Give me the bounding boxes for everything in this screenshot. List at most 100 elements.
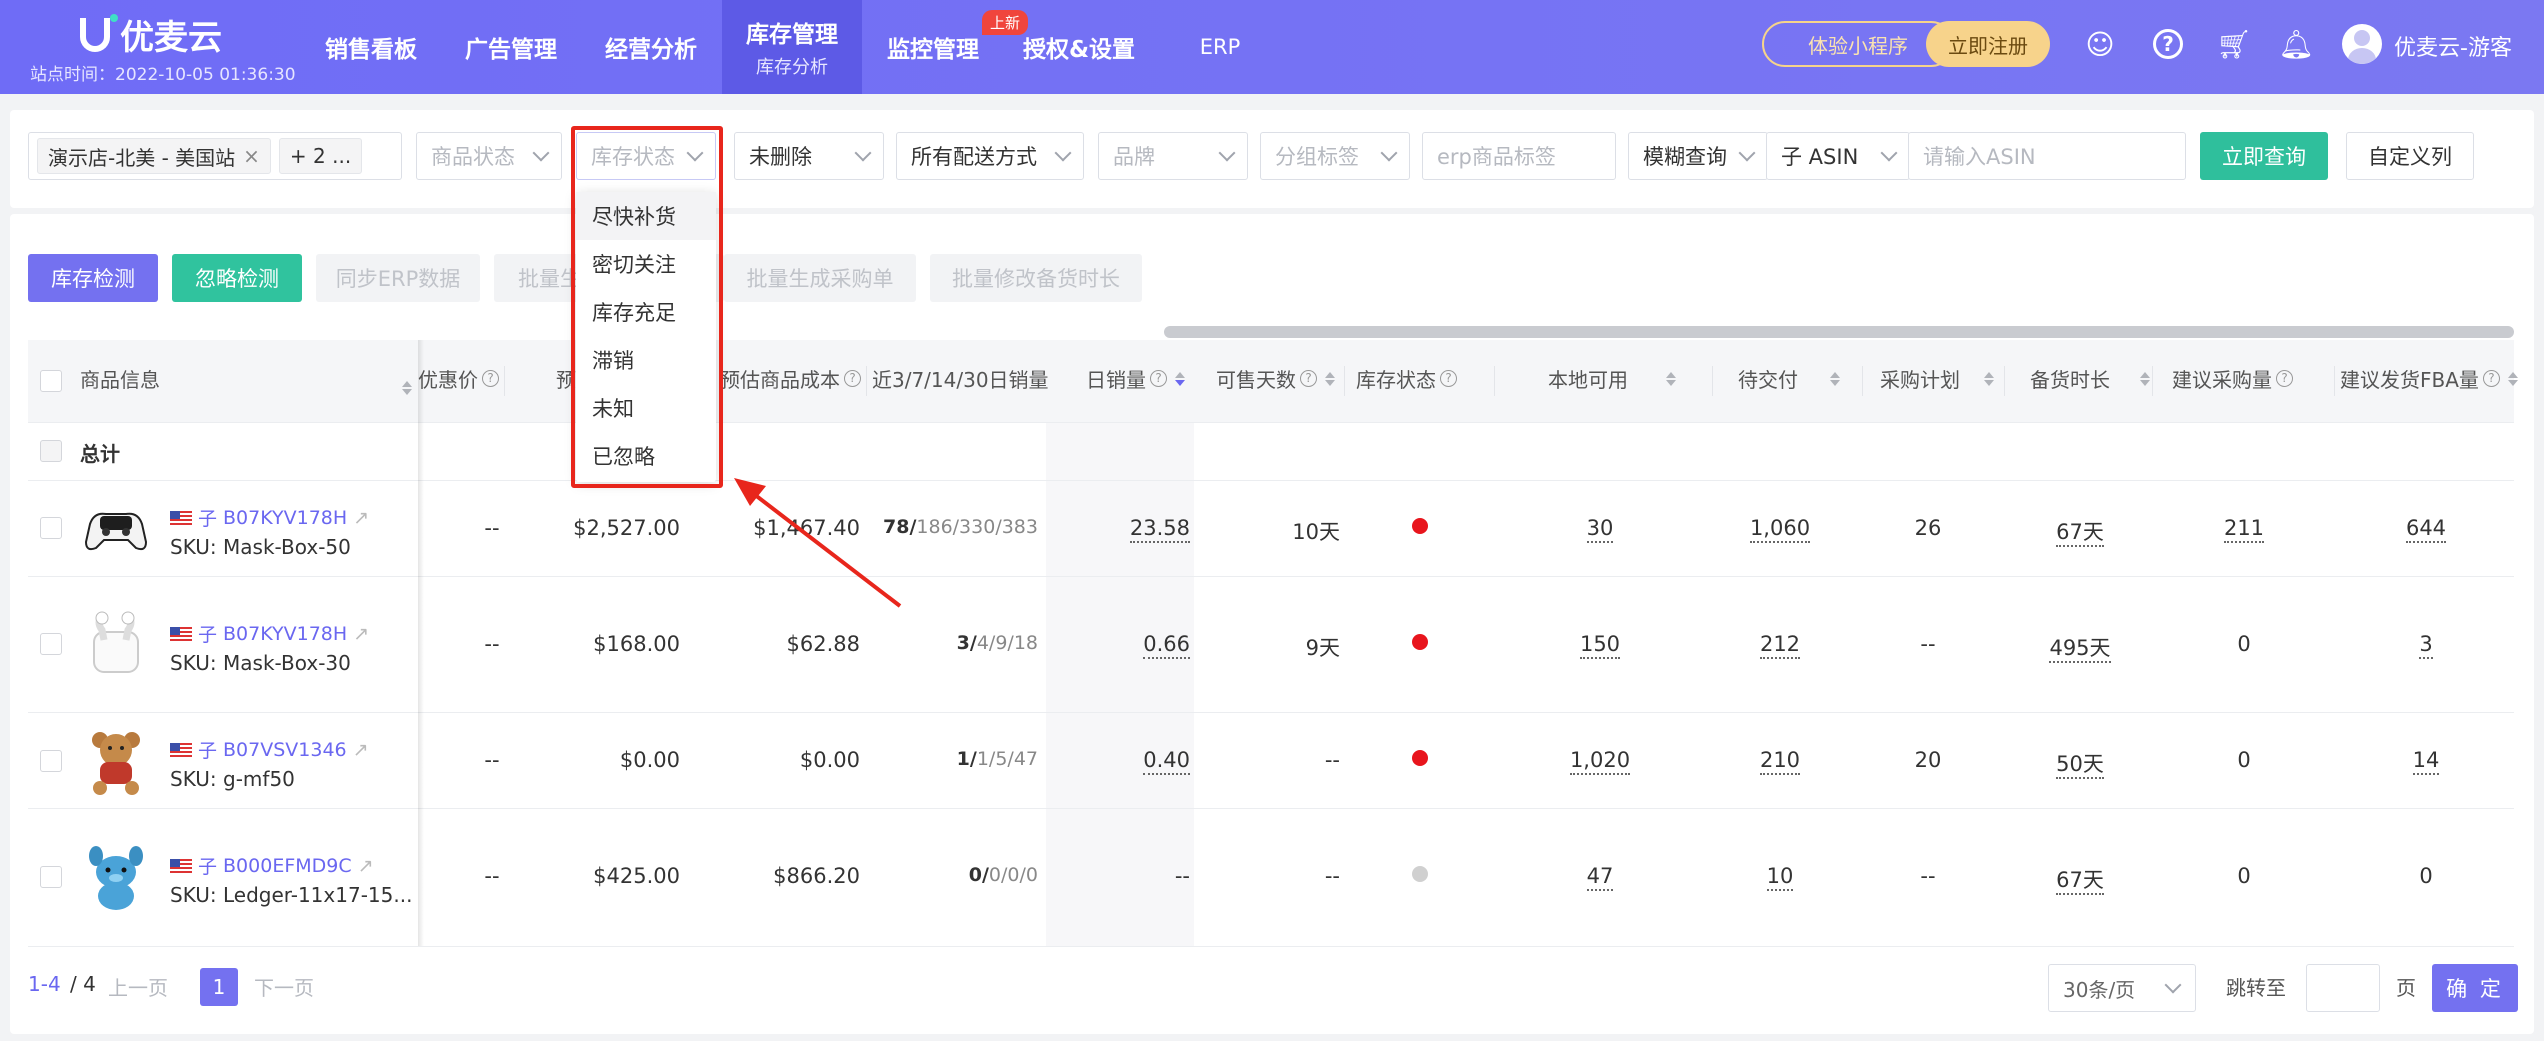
nav-monitor[interactable]: 监控管理 <box>868 0 998 94</box>
header-suggest-purchase[interactable]: 建议采购量? <box>2172 364 2293 393</box>
sort-icon[interactable] <box>398 368 412 395</box>
batch-purchase-button[interactable]: 批量生成采购单 <box>724 254 916 302</box>
sellable-days: -- <box>1324 864 1340 888</box>
header-stock-status[interactable]: 库存状态? <box>1356 364 1457 393</box>
asin-type-select[interactable]: 子 ASIN <box>1766 132 1910 180</box>
header-promo-price[interactable]: 优惠价? <box>418 364 499 393</box>
stock-detect-button[interactable]: 库存检测 <box>28 254 158 302</box>
batch-duration-button[interactable]: 批量修改备货时长 <box>930 254 1142 302</box>
asin-link[interactable]: 子 B07KYV178H ↗ <box>170 620 369 647</box>
service-icon[interactable]: ☺ <box>2082 26 2118 62</box>
product-status-select[interactable]: 商品状态 <box>416 132 562 180</box>
header-suggest-fba[interactable]: 建议发货FBA量? <box>2340 364 2518 393</box>
header-sales-window[interactable]: 近3/7/14/30日销量 <box>872 364 1049 393</box>
store-select[interactable]: 演示店-北美 - 美国站 × + 2 ... <box>28 132 402 180</box>
page-size-select[interactable]: 30条/页 <box>2048 964 2196 1012</box>
annotation-arrow-icon <box>734 478 902 608</box>
help-icon: ? <box>844 370 861 387</box>
select-all-checkbox[interactable] <box>40 370 62 392</box>
brand-select[interactable]: 品牌 <box>1098 132 1248 180</box>
annotation-highlight-box <box>571 126 723 488</box>
suggest-fba[interactable]: 3 <box>2366 632 2486 659</box>
lead-time[interactable]: 67天 <box>2020 864 2140 895</box>
help-icon[interactable]: ? <box>2150 26 2186 62</box>
header-sellable-days[interactable]: 可售天数? <box>1216 364 1335 393</box>
sellable-days: 9天 <box>1305 636 1340 660</box>
nav-inventory[interactable]: 库存管理 库存分析 <box>722 0 862 94</box>
lead-time[interactable]: 67天 <box>2020 516 2140 547</box>
row-checkbox[interactable] <box>40 866 62 888</box>
nav-inventory-sub[interactable]: 库存分析 <box>756 53 828 79</box>
nav-ads[interactable]: 广告管理 <box>446 0 576 94</box>
nav-erp[interactable]: ERP <box>1180 0 1260 94</box>
stock-status-dot <box>1412 750 1428 766</box>
external-link-icon[interactable]: ↗ <box>353 623 369 645</box>
current-page[interactable]: 1 <box>200 968 238 1006</box>
close-icon[interactable]: × <box>243 144 260 168</box>
product-image-plush-toy <box>89 846 143 910</box>
store-tag[interactable]: 演示店-北美 - 美国站 × <box>37 138 271 174</box>
pending-delivery[interactable]: 210 <box>1720 748 1840 775</box>
suggest-fba[interactable]: 644 <box>2366 516 2486 543</box>
external-link-icon[interactable]: ↗ <box>353 739 369 761</box>
est-cost: $866.20 <box>773 864 860 888</box>
stock-status-dot <box>1412 866 1428 882</box>
sku-text: SKU: g-mf50 <box>170 767 295 791</box>
lead-time[interactable]: 50天 <box>2020 748 2140 779</box>
row-checkbox[interactable] <box>40 750 62 772</box>
local-available[interactable]: 47 <box>1540 864 1660 891</box>
product-image-controller <box>84 512 148 551</box>
logo[interactable]: 优麦云 <box>80 10 222 59</box>
local-available[interactable]: 150 <box>1540 632 1660 659</box>
query-button[interactable]: 立即查询 <box>2200 132 2328 180</box>
confirm-page-button[interactable]: 确 定 <box>2432 964 2518 1012</box>
sync-erp-button[interactable]: 同步ERP数据 <box>316 254 480 302</box>
suggest-purchase[interactable]: 211 <box>2184 516 2304 543</box>
avatar[interactable] <box>2342 24 2382 64</box>
group-tag-select[interactable]: 分组标签 <box>1260 132 1410 180</box>
erp-tag-input[interactable]: erp商品标签 <box>1422 132 1616 180</box>
header-local-available[interactable]: 本地可用 <box>1548 364 1676 393</box>
more-tag[interactable]: + 2 ... <box>278 138 363 174</box>
header-pending[interactable]: 待交付 <box>1738 364 1840 393</box>
header-est-cost[interactable]: 预估商品成本? <box>720 364 861 393</box>
asin-input[interactable]: 请输入ASIN <box>1908 132 2186 180</box>
custom-columns-button[interactable]: 自定义列 <box>2346 132 2474 180</box>
register-button[interactable]: 立即注册 <box>1926 21 2050 67</box>
match-mode-select[interactable]: 模糊查询 <box>1628 132 1768 180</box>
daily-sales[interactable]: 0.40 <box>1100 748 1190 775</box>
daily-sales[interactable]: 23.58 <box>1100 516 1190 543</box>
local-available[interactable]: 30 <box>1540 516 1660 543</box>
bell-icon[interactable]: 🔔︎ <box>2278 26 2314 62</box>
local-available[interactable]: 1,020 <box>1540 748 1660 775</box>
nav-analysis[interactable]: 经营分析 <box>586 0 716 94</box>
asin-link[interactable]: 子 B07VSV1346 ↗ <box>170 736 369 763</box>
chevron-down-icon <box>1738 144 1756 162</box>
deleted-select[interactable]: 未删除 <box>734 132 884 180</box>
lead-time[interactable]: 495天 <box>2020 632 2140 663</box>
header-purchase-plan[interactable]: 采购计划 <box>1880 364 1994 393</box>
asin-link[interactable]: 子 B000EFMD9C ↗ <box>170 852 374 879</box>
prev-page-button[interactable]: 上一页 <box>108 972 168 1001</box>
asin-link[interactable]: 子 B07KYV178H ↗ <box>170 504 369 531</box>
nav-sales-board[interactable]: 销售看板 <box>306 0 436 94</box>
header-daily-sales[interactable]: 日销量? <box>1086 364 1185 393</box>
horizontal-scrollbar[interactable] <box>1164 326 2514 338</box>
row-checkbox[interactable] <box>40 517 62 539</box>
external-link-icon[interactable]: ↗ <box>353 507 369 529</box>
cart-icon[interactable]: 🛒︎ <box>2216 26 2252 62</box>
pending-delivery[interactable]: 1,060 <box>1720 516 1840 543</box>
row-checkbox[interactable] <box>40 633 62 655</box>
external-link-icon[interactable]: ↗ <box>358 855 374 877</box>
delivery-select[interactable]: 所有配送方式 <box>896 132 1084 180</box>
next-page-button[interactable]: 下一页 <box>254 972 314 1001</box>
user-name[interactable]: 优麦云-游客 <box>2394 30 2512 62</box>
header-lead-time[interactable]: 备货时长 <box>2030 364 2150 393</box>
suggest-fba[interactable]: 14 <box>2366 748 2486 775</box>
nav-settings[interactable]: 授权&设置 <box>1014 0 1144 94</box>
pending-delivery[interactable]: 212 <box>1720 632 1840 659</box>
ignore-detect-button[interactable]: 忽略检测 <box>172 254 302 302</box>
pending-delivery[interactable]: 10 <box>1720 864 1840 891</box>
jump-page-input[interactable] <box>2306 964 2380 1012</box>
daily-sales[interactable]: 0.66 <box>1100 632 1190 659</box>
